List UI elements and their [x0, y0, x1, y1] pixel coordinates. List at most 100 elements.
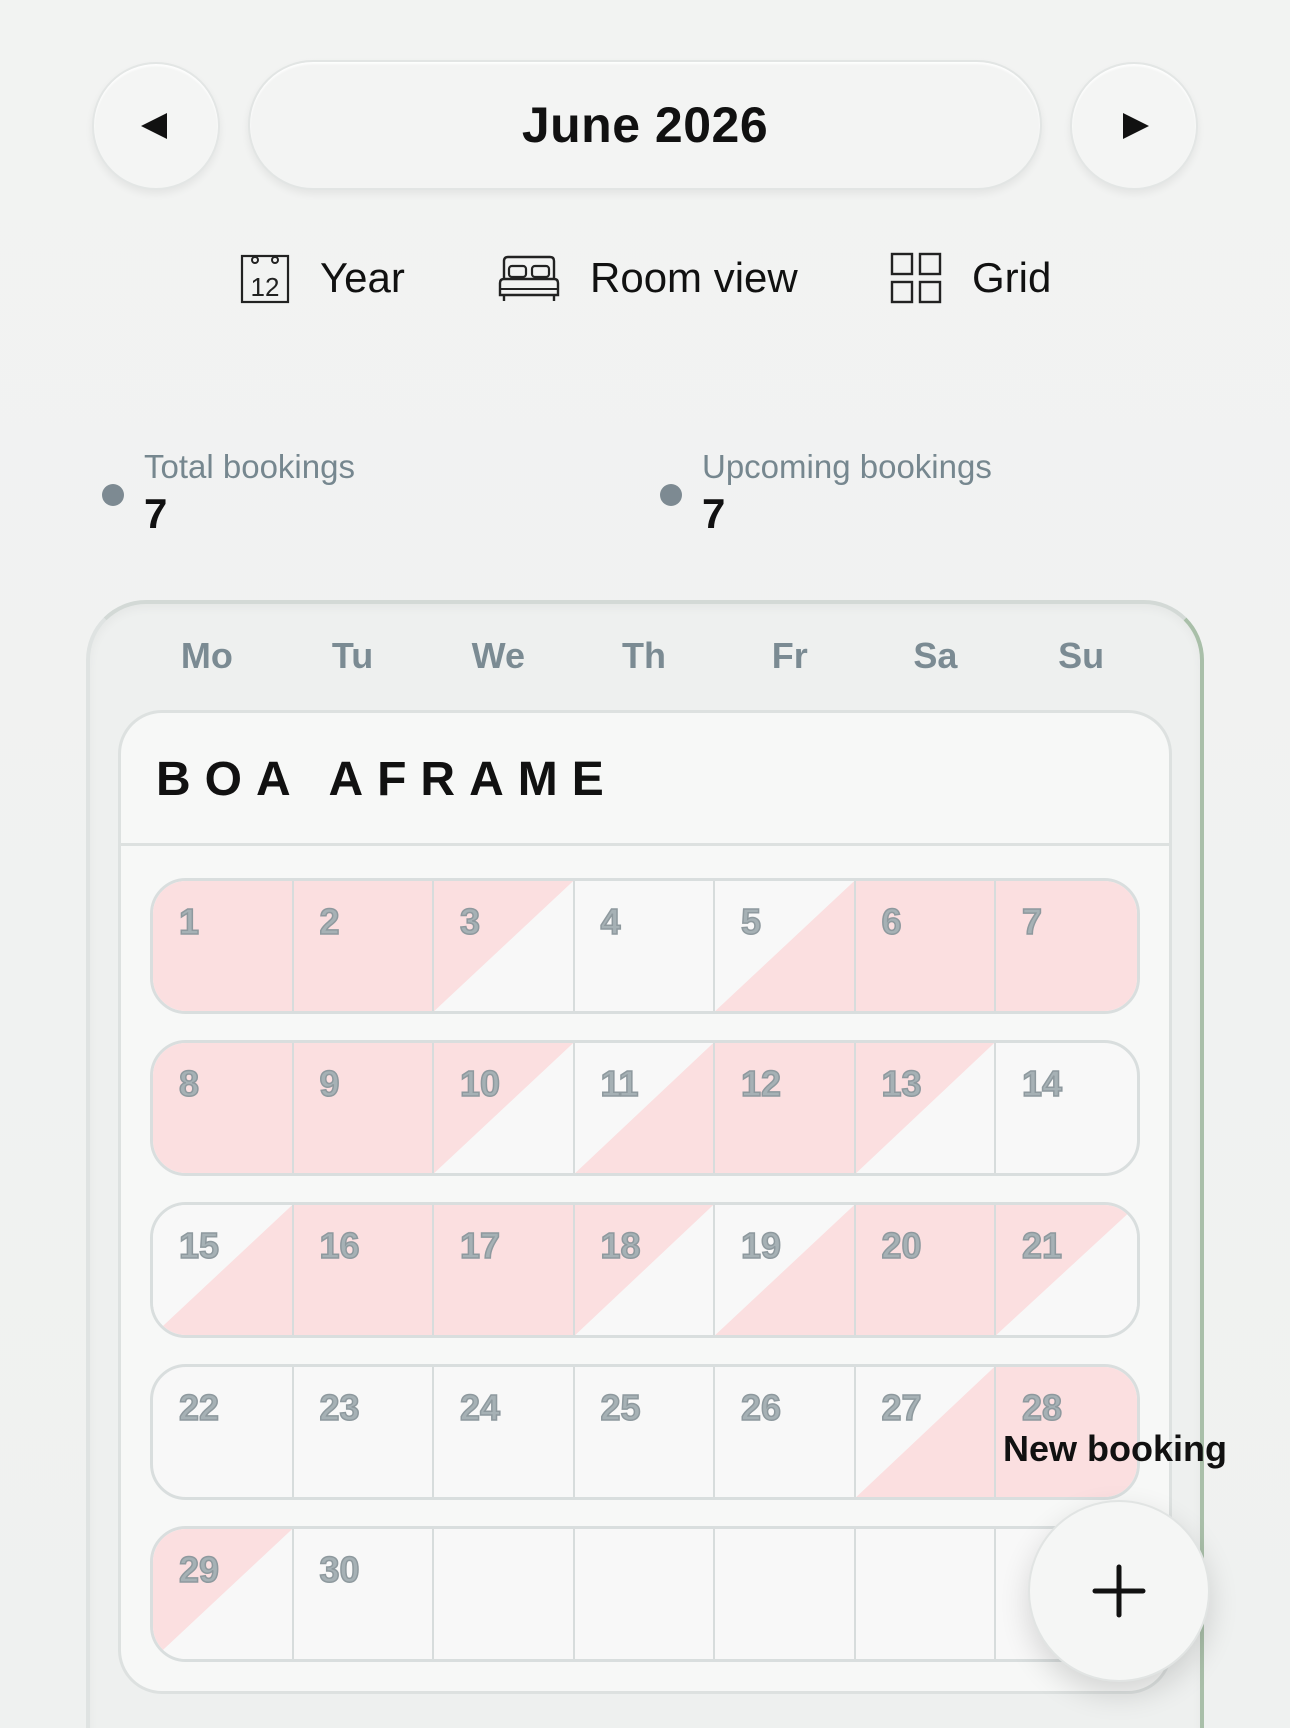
day-number: 21: [1021, 1224, 1063, 1267]
day-number: 8: [178, 1062, 200, 1105]
calendar-day-27[interactable]: 27: [855, 1367, 996, 1497]
total-bookings-value: 7: [144, 490, 168, 537]
view-switcher: 12 Year Room view Grid: [0, 240, 1290, 316]
day-number: 14: [1021, 1062, 1063, 1105]
calendar-day-10[interactable]: 10: [434, 1043, 575, 1173]
calendar-day-17[interactable]: 17: [434, 1205, 575, 1335]
calendar-empty-cell: [856, 1529, 996, 1659]
weekday-label: Su: [1058, 635, 1105, 676]
calendar-empty-cell: [715, 1529, 856, 1659]
day-number: 16: [319, 1224, 361, 1267]
weekday-label: Th: [622, 635, 666, 676]
day-number: 20: [881, 1224, 923, 1267]
calendar-week-row: 1 2 3 4 5 6 7: [150, 878, 1140, 1014]
day-number: 28: [1021, 1386, 1063, 1429]
day-number: 25: [600, 1386, 642, 1429]
calendar-day-9[interactable]: 9: [293, 1043, 434, 1173]
calendar-day-21[interactable]: 21: [996, 1205, 1137, 1335]
room-name: BOA AFRAME: [156, 753, 618, 806]
booking-calendar-screen: June 2026 12 Year Room view Grid Total b…: [0, 0, 1290, 1728]
day-number: 19: [740, 1224, 782, 1267]
bed-icon: [498, 255, 560, 301]
day-number: 26: [740, 1386, 782, 1429]
weekday-header: Mo Tu We Th Fr Sa Su: [134, 635, 1154, 687]
view-room-button[interactable]: Room view: [498, 240, 798, 316]
view-year-label: Year: [320, 254, 405, 301]
calendar-day-25[interactable]: 25: [575, 1367, 715, 1497]
calendar-day-13[interactable]: 13: [855, 1043, 996, 1173]
calendar-day-2[interactable]: 2: [293, 881, 434, 1011]
status-dot: [660, 484, 682, 506]
day-number: 29: [178, 1548, 220, 1591]
total-bookings-label: Total bookings: [144, 448, 355, 485]
calendar-empty-cell: [434, 1529, 575, 1659]
calendar-day-12[interactable]: 12: [715, 1043, 856, 1173]
next-month-button[interactable]: [1070, 62, 1198, 190]
calendar-week-row: 8 9 10 11 12 13 14: [150, 1040, 1140, 1176]
day-number: 9: [319, 1062, 341, 1105]
weekday-label: Fr: [771, 635, 808, 676]
calendar-day-30[interactable]: 30: [294, 1529, 434, 1659]
calendar-day-22[interactable]: 22: [153, 1367, 294, 1497]
day-number: 30: [319, 1548, 361, 1591]
day-number: 7: [1021, 900, 1043, 943]
day-number: 23: [319, 1386, 361, 1429]
calendar-day-16[interactable]: 16: [293, 1205, 434, 1335]
calendar-day-15[interactable]: 15: [153, 1205, 294, 1335]
day-number: 10: [459, 1062, 501, 1105]
triangle-left-icon: [141, 113, 167, 139]
new-booking-label: New booking: [1003, 1428, 1227, 1469]
calendar-day-20[interactable]: 20: [855, 1205, 996, 1335]
weekday-label: We: [471, 635, 525, 676]
day-number: 3: [459, 900, 481, 943]
svg-text:12: 12: [251, 272, 280, 302]
calendar-day-11[interactable]: 11: [574, 1043, 715, 1173]
month-title: June 2026: [521, 97, 769, 153]
day-number: 5: [740, 900, 762, 943]
calendar-day-29[interactable]: 29: [153, 1529, 294, 1659]
previous-month-button[interactable]: [92, 62, 220, 190]
calendar-day-4[interactable]: 4: [575, 881, 715, 1011]
day-number: 4: [600, 900, 622, 943]
calendar-day-8[interactable]: 8: [153, 1043, 294, 1173]
calendar-day-26[interactable]: 26: [715, 1367, 856, 1497]
calendar-day-7[interactable]: 7: [996, 881, 1137, 1011]
month-selector[interactable]: June 2026: [248, 60, 1042, 190]
day-number: 11: [600, 1062, 640, 1105]
upcoming-bookings-label: Upcoming bookings: [702, 448, 992, 485]
day-number: 24: [459, 1386, 501, 1429]
calendar-week-row: 22 23 24 25 26 27 28: [150, 1364, 1140, 1500]
calendar-day-19[interactable]: 19: [715, 1205, 856, 1335]
calendar-day-18[interactable]: 18: [574, 1205, 715, 1335]
calendar-12-icon: 12: [240, 254, 290, 304]
weekday-label: Mo: [180, 635, 233, 676]
status-dot: [102, 484, 124, 506]
upcoming-bookings-value: 7: [702, 490, 726, 537]
day-number: 1: [178, 900, 200, 943]
new-booking-button[interactable]: [1028, 1500, 1210, 1682]
view-grid-button[interactable]: Grid: [890, 240, 1051, 316]
calendar-day-24[interactable]: 24: [434, 1367, 575, 1497]
view-year-button[interactable]: 12 Year: [240, 240, 405, 316]
day-number: 13: [881, 1062, 923, 1105]
calendar-week-row: 15 16 17 18 19 20 21: [150, 1202, 1140, 1338]
day-number: 2: [319, 900, 341, 943]
calendar-day-14[interactable]: 14: [996, 1043, 1137, 1173]
weekday-label: Sa: [913, 635, 958, 676]
calendar-day-1[interactable]: 1: [153, 881, 294, 1011]
calendar-day-23[interactable]: 23: [294, 1367, 434, 1497]
calendar-day-6[interactable]: 6: [855, 881, 996, 1011]
day-number: 27: [881, 1386, 923, 1429]
calendar-empty-cell: [575, 1529, 715, 1659]
calendar-day-5[interactable]: 5: [715, 881, 856, 1011]
grid-icon: [890, 252, 942, 304]
divider: [121, 843, 1169, 846]
calendar-day-3[interactable]: 3: [434, 881, 575, 1011]
day-number: 18: [600, 1224, 642, 1267]
view-grid-label: Grid: [972, 254, 1052, 301]
weekday-label: Tu: [331, 635, 374, 676]
day-number: 17: [459, 1224, 501, 1267]
day-number: 22: [178, 1386, 220, 1429]
day-number: 15: [178, 1224, 220, 1267]
day-number: 6: [881, 900, 903, 943]
